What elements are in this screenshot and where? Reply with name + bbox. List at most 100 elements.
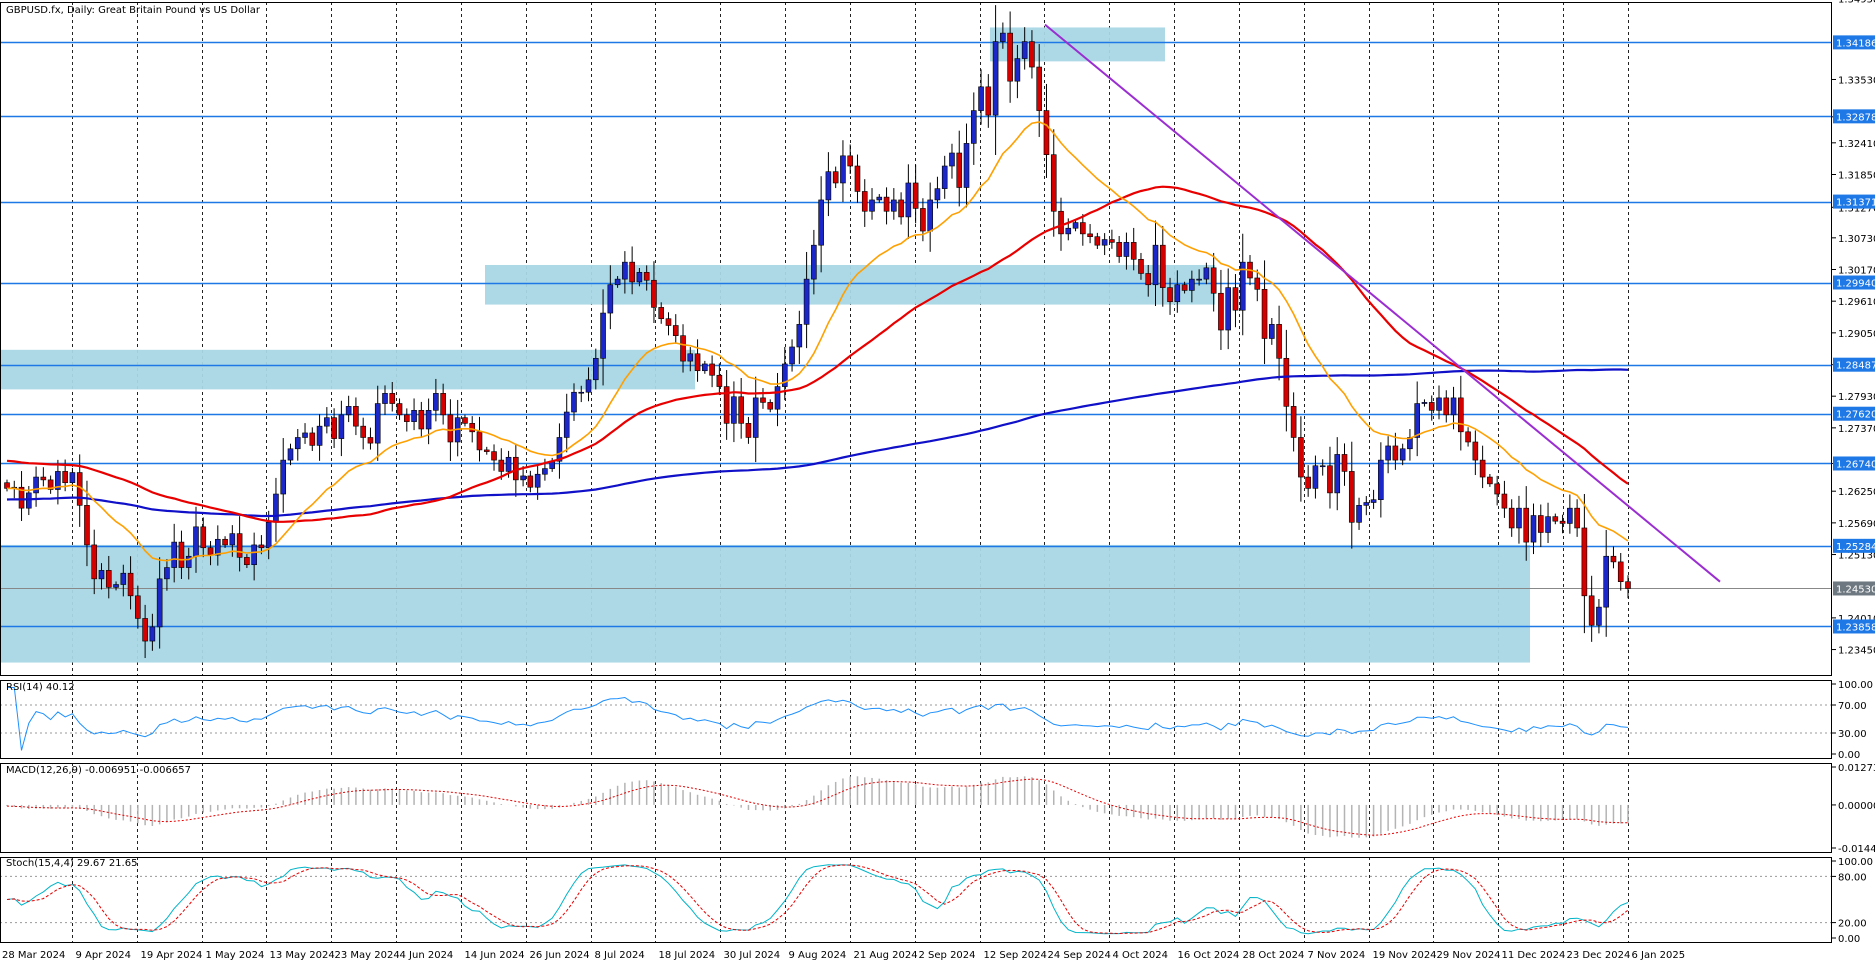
- rsi-tick-label: 70.00: [1838, 701, 1867, 712]
- bull-candle: [1021, 41, 1028, 59]
- bull-candle: [1334, 454, 1341, 494]
- bear-candle: [1290, 406, 1297, 438]
- bull-candle: [818, 199, 824, 246]
- bear-candle: [767, 402, 774, 410]
- bull-candle: [534, 473, 541, 488]
- bull-candle: [622, 261, 628, 280]
- bear-candle: [207, 547, 214, 556]
- bull-candle: [1567, 507, 1573, 524]
- price-tick-label: 1.25690: [1838, 519, 1875, 530]
- bear-candle: [360, 425, 366, 438]
- bull-candle: [963, 143, 970, 188]
- date-label: 7 Nov 2024: [1308, 950, 1366, 961]
- level-tag-label: 1.34186: [1836, 38, 1875, 49]
- bull-candle: [1399, 448, 1406, 461]
- bear-candle: [1130, 242, 1137, 260]
- bull-candle: [1421, 402, 1428, 404]
- bear-candle: [643, 272, 650, 281]
- bear-candle: [40, 476, 47, 481]
- bear-candle: [1276, 324, 1282, 359]
- rsi-title: RSI(14) 40.12: [6, 682, 75, 693]
- bull-candle: [1312, 465, 1319, 489]
- date-label: 18 Jul 2024: [659, 950, 716, 961]
- bull-candle: [273, 493, 279, 523]
- bull-candle: [542, 468, 548, 475]
- bull-candle: [302, 432, 308, 438]
- level-tag-label: 1.31371: [1836, 198, 1875, 209]
- bear-candle: [1007, 32, 1013, 82]
- price-tick-label: 1.23450: [1838, 646, 1875, 657]
- bear-candle: [1232, 287, 1239, 311]
- bull-candle: [374, 403, 381, 444]
- bull-candle: [1319, 465, 1326, 468]
- bear-candle: [498, 459, 505, 472]
- bear-candle: [920, 208, 926, 232]
- bear-candle: [1159, 244, 1166, 288]
- bull-candle: [113, 584, 119, 588]
- date-label: 8 Jul 2024: [595, 950, 645, 961]
- macd-tick-label: 0.012734: [1838, 763, 1875, 774]
- bear-candle: [1305, 476, 1311, 489]
- bear-candle: [1145, 273, 1152, 286]
- bull-candle: [1065, 227, 1072, 235]
- trading-chart[interactable]: 1.349581.335301.328701.324101.318501.312…: [0, 0, 1875, 964]
- bull-candle: [280, 459, 287, 495]
- bear-candle: [1327, 465, 1333, 494]
- bull-candle: [789, 346, 795, 365]
- bull-candle: [970, 110, 977, 144]
- bear-candle: [1617, 561, 1624, 582]
- bear-candle: [491, 451, 497, 461]
- bear-candle: [665, 318, 672, 326]
- bull-candle: [1378, 459, 1384, 500]
- bear-candle: [1109, 239, 1115, 243]
- bear-candle: [1341, 454, 1348, 472]
- date-label: 1 May 2024: [206, 950, 265, 961]
- bull-candle: [1101, 239, 1108, 246]
- bull-candle: [265, 522, 272, 549]
- rsi-tick-label: 30.00: [1838, 729, 1867, 740]
- date-label: 19 Apr 2024: [141, 950, 203, 961]
- bear-candle: [1392, 445, 1399, 461]
- bear-candle: [1080, 222, 1086, 235]
- bear-candle: [1588, 595, 1595, 626]
- bear-candle: [84, 505, 90, 546]
- level-tag-label: 1.27620: [1836, 410, 1875, 421]
- date-label: 29 Nov 2024: [1437, 950, 1501, 961]
- date-label: 9 Aug 2024: [789, 950, 847, 961]
- bear-candle: [62, 471, 68, 484]
- bull-candle: [294, 437, 301, 450]
- bull-candle: [876, 196, 883, 201]
- bull-candle: [1356, 505, 1362, 523]
- zone-rect: [990, 27, 1165, 62]
- bull-candle: [949, 152, 955, 167]
- bear-candle: [1610, 555, 1617, 563]
- bear-candle: [527, 475, 534, 488]
- stoch-tick-label: 20.00: [1838, 919, 1867, 930]
- stoch-tick-label: 100.00: [1838, 857, 1873, 868]
- bull-candle: [1370, 499, 1377, 503]
- bull-candle: [316, 425, 323, 446]
- bull-candle: [571, 391, 577, 413]
- bear-candle: [396, 403, 403, 416]
- date-label: 26 Jun 2024: [530, 950, 590, 961]
- bear-candle: [127, 572, 134, 597]
- bear-candle: [91, 544, 98, 580]
- price-tick-label: 1.29050: [1838, 329, 1875, 340]
- bull-candle: [1269, 324, 1275, 339]
- bear-candle: [847, 155, 854, 167]
- macd-tick-label: -0.014461: [1838, 844, 1875, 855]
- bear-candle: [483, 449, 490, 452]
- bull-candle: [891, 199, 897, 212]
- bear-candle: [1465, 431, 1471, 443]
- bull-candle: [1596, 606, 1602, 626]
- bear-candle: [861, 191, 868, 212]
- date-label: 23 Dec 2024: [1567, 950, 1631, 961]
- bear-candle: [1283, 357, 1290, 407]
- bear-candle: [1472, 441, 1479, 461]
- bull-candle: [171, 541, 177, 568]
- bull-candle: [636, 272, 643, 283]
- bull-candle: [752, 397, 759, 438]
- bear-candle: [353, 406, 359, 427]
- bear-candle: [178, 541, 185, 568]
- bear-candle: [1508, 507, 1515, 529]
